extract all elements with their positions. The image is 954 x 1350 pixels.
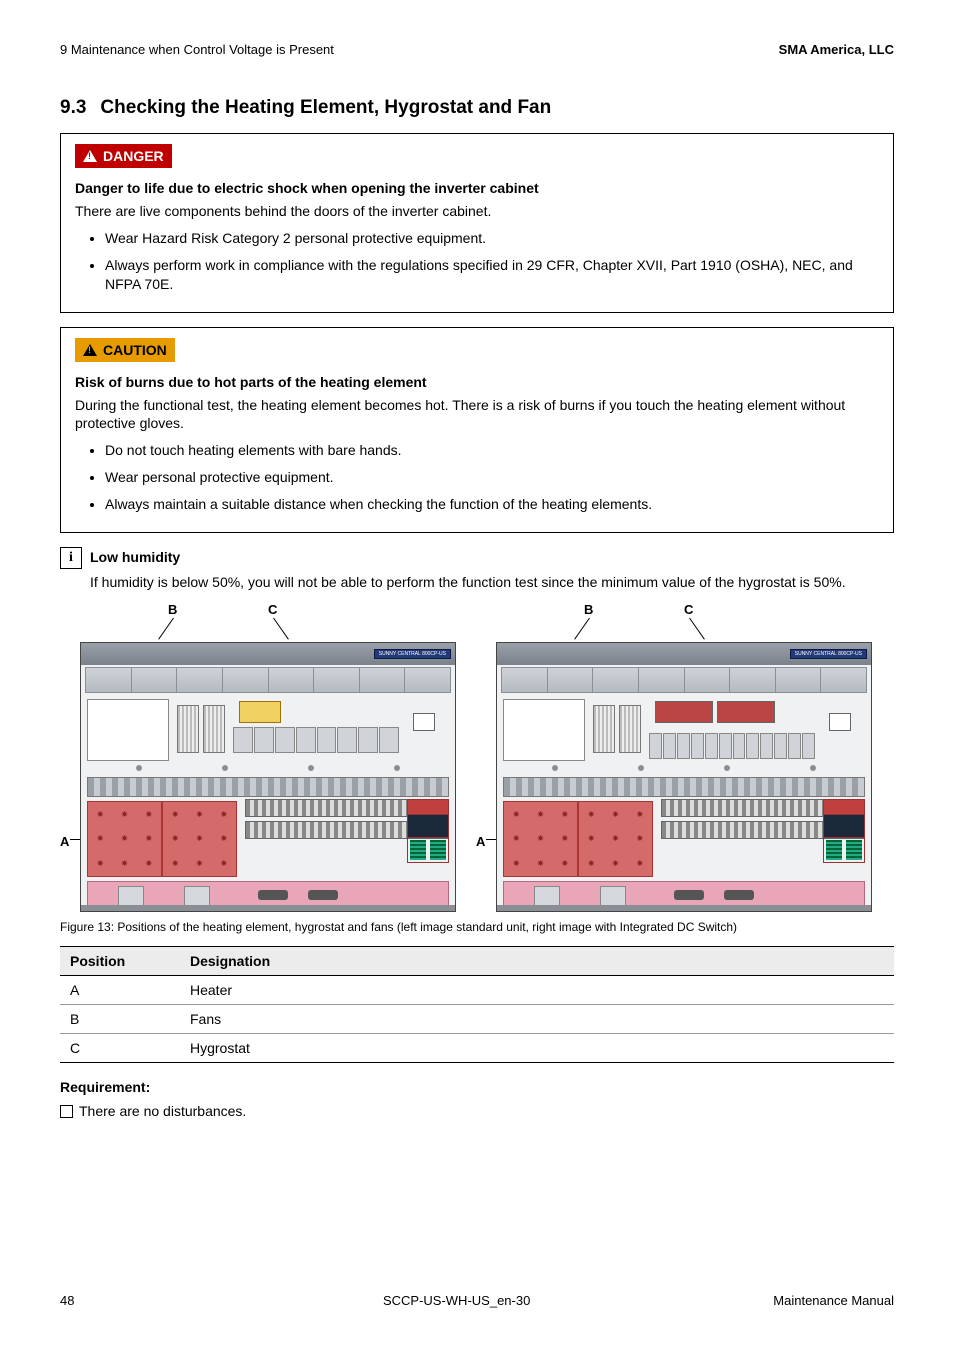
figure-label-a: A [60, 834, 69, 849]
table-cell: A [60, 975, 180, 1004]
figure-label-a: A [476, 834, 485, 849]
figure-label-b: B [584, 602, 593, 617]
requirement-item: There are no disturbances. [60, 1103, 894, 1119]
danger-callout: DANGER Danger to life due to electric sh… [60, 133, 894, 313]
section-title-text: Checking the Heating Element, Hygrostat … [100, 97, 551, 118]
requirement-heading: Requirement: [60, 1079, 894, 1095]
doc-id: SCCP-US-WH-US_en-30 [383, 1293, 530, 1308]
requirement-text: There are no disturbances. [79, 1103, 246, 1119]
list-item: Wear personal protective equipment. [105, 468, 879, 487]
list-item: Always perform work in compliance with t… [105, 256, 879, 294]
warning-triangle-icon [83, 344, 97, 356]
table-cell: C [60, 1033, 180, 1062]
list-item: Always maintain a suitable distance when… [105, 495, 879, 514]
caution-callout: CAUTION Risk of burns due to hot parts o… [60, 327, 894, 533]
list-item: Do not touch heating elements with bare … [105, 441, 879, 460]
position-table: Position Designation A Heater B Fans C H… [60, 946, 894, 1063]
caution-heading: Risk of burns due to hot parts of the he… [75, 374, 879, 390]
danger-bullet-list: Wear Hazard Risk Category 2 personal pro… [75, 229, 879, 294]
nameplate: SUNNY CENTRAL 800CP-US [374, 649, 451, 659]
caution-label: CAUTION [103, 342, 167, 358]
section-heading: 9.3 Checking the Heating Element, Hygrost… [60, 97, 894, 119]
info-heading: Low humidity [90, 547, 180, 565]
page-number: 48 [60, 1293, 140, 1308]
leader-line [158, 618, 174, 640]
cabinet-drawing: SUNNY CENTRAL 800CP-US [496, 642, 872, 912]
table-cell: Heater [180, 975, 894, 1004]
info-icon: i [60, 547, 82, 569]
table-row: C Hygrostat [60, 1033, 894, 1062]
table-cell: B [60, 1004, 180, 1033]
danger-badge: DANGER [75, 144, 172, 168]
figure-caption: Figure 13: Positions of the heating elem… [60, 920, 894, 934]
caution-bullet-list: Do not touch heating elements with bare … [75, 441, 879, 514]
table-cell: Hygrostat [180, 1033, 894, 1062]
table-row: A Heater [60, 975, 894, 1004]
figure-row: B C A SUNNY CENTRAL 800CP-US [60, 602, 894, 912]
leader-line [689, 618, 705, 640]
section-number: 9.3 [60, 97, 86, 118]
caution-body: During the functional test, the heating … [75, 396, 879, 434]
cabinet-drawing: SUNNY CENTRAL 800CP-US ✷✷✷✷✷✷✷✷✷ [80, 642, 456, 912]
page-header: 9 Maintenance when Control Voltage is Pr… [60, 42, 894, 57]
schematic-left: B C A SUNNY CENTRAL 800CP-US [60, 602, 456, 912]
checkbox-icon [60, 1105, 73, 1118]
table-cell: Fans [180, 1004, 894, 1033]
info-body: If humidity is below 50%, you will not b… [90, 573, 894, 592]
header-left: 9 Maintenance when Control Voltage is Pr… [60, 42, 334, 57]
leader-line [574, 618, 590, 640]
table-header: Position [60, 946, 180, 975]
table-row: B Fans [60, 1004, 894, 1033]
schematic-right: B C A SUNNY CENTRAL 800CP-US [476, 602, 872, 912]
danger-label: DANGER [103, 148, 164, 164]
header-right: SMA America, LLC [779, 42, 894, 57]
figure-label-c: C [684, 602, 693, 617]
leader-line [273, 618, 289, 640]
caution-badge: CAUTION [75, 338, 175, 362]
danger-heading: Danger to life due to electric shock whe… [75, 180, 879, 196]
doc-title: Maintenance Manual [773, 1293, 894, 1308]
info-note: i Low humidity [60, 547, 894, 569]
figure-label-c: C [268, 602, 277, 617]
warning-triangle-icon [83, 150, 97, 162]
danger-body: There are live components behind the doo… [75, 202, 879, 221]
figure-label-b: B [168, 602, 177, 617]
nameplate: SUNNY CENTRAL 800CP-US [790, 649, 867, 659]
list-item: Wear Hazard Risk Category 2 personal pro… [105, 229, 879, 248]
table-header: Designation [180, 946, 894, 975]
page-footer: 48 SCCP-US-WH-US_en-30 Maintenance Manua… [60, 1293, 894, 1308]
